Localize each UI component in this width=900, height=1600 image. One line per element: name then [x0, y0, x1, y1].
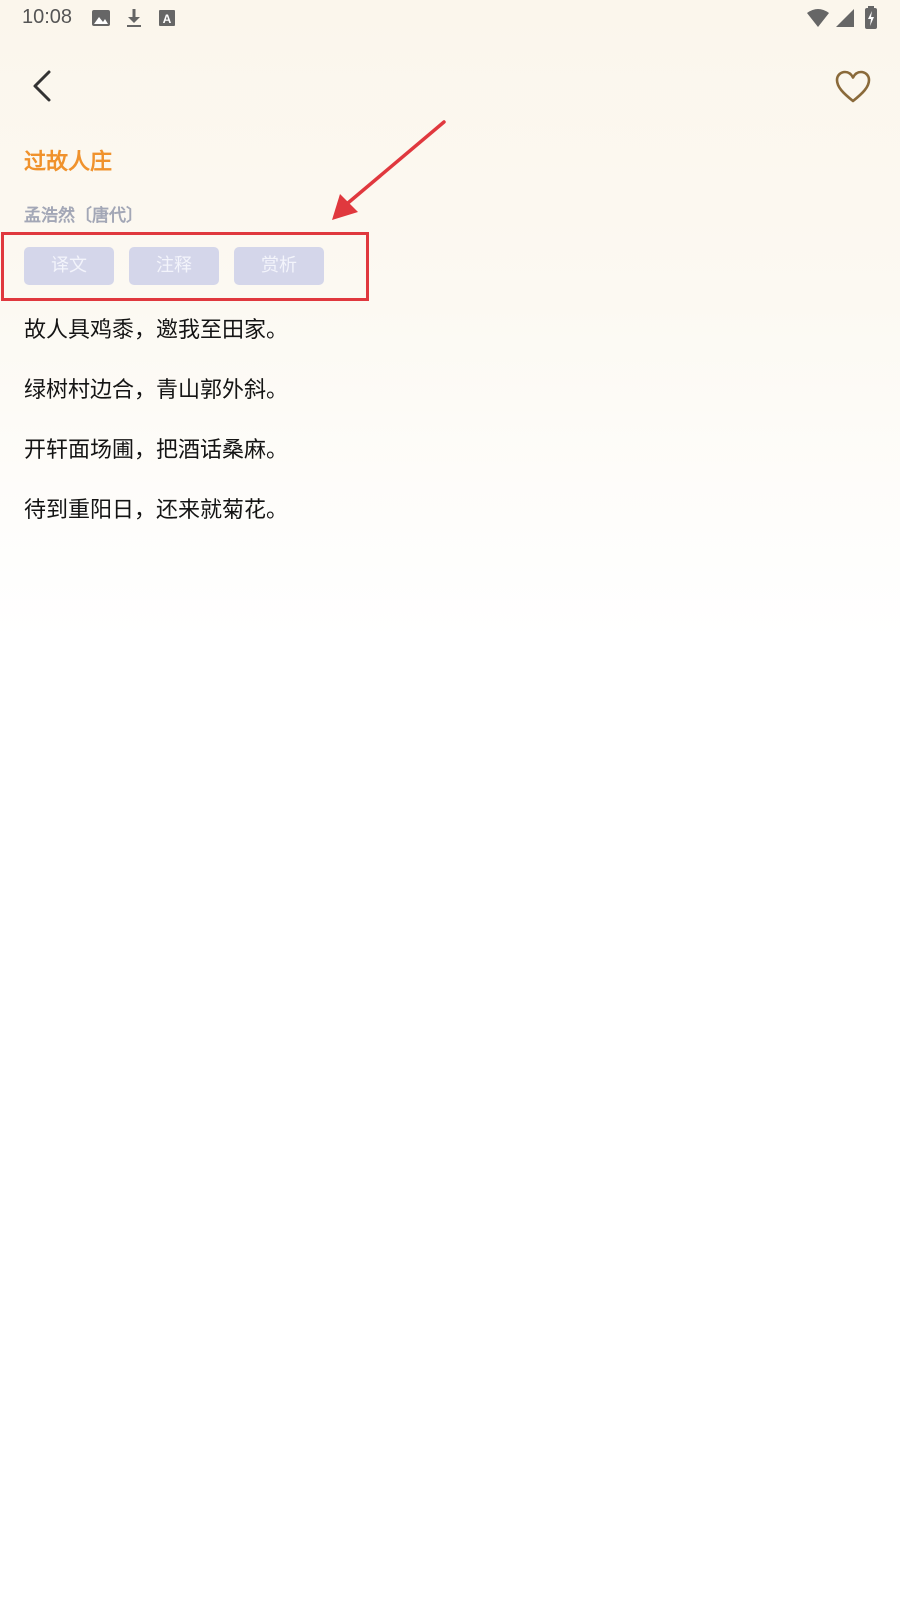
text-a-icon: A	[159, 10, 175, 26]
poem-line: 待到重阳日，还来就菊花。	[24, 498, 289, 523]
wifi-icon	[807, 9, 829, 27]
battery-charging-icon	[865, 6, 877, 29]
chevron-left-icon	[33, 70, 51, 102]
annotation-arrow-icon	[332, 120, 446, 220]
poem-author: 孟浩然〔唐代〕	[24, 206, 143, 226]
heart-outline-icon	[835, 70, 871, 103]
status-time: 10:08	[22, 6, 73, 28]
favorite-button[interactable]	[832, 66, 874, 108]
back-button[interactable]	[22, 66, 62, 106]
poem-line: 开轩面场圃，把酒话桑麻。	[24, 438, 289, 463]
poem-line: 故人具鸡黍，邀我至田家。	[24, 318, 289, 343]
tab-translation[interactable]: 译文	[24, 247, 114, 285]
poem-title: 过故人庄	[24, 150, 113, 175]
signal-icon	[836, 9, 854, 27]
poem-line: 绿树村边合，青山郭外斜。	[24, 378, 289, 403]
tab-appreciation[interactable]: 赏析	[234, 247, 324, 285]
status-bar: 10:08 A	[0, 0, 900, 36]
tab-notes[interactable]: 注释	[129, 247, 219, 285]
svg-text:A: A	[163, 12, 172, 26]
download-icon	[127, 9, 141, 27]
image-icon	[92, 10, 110, 26]
